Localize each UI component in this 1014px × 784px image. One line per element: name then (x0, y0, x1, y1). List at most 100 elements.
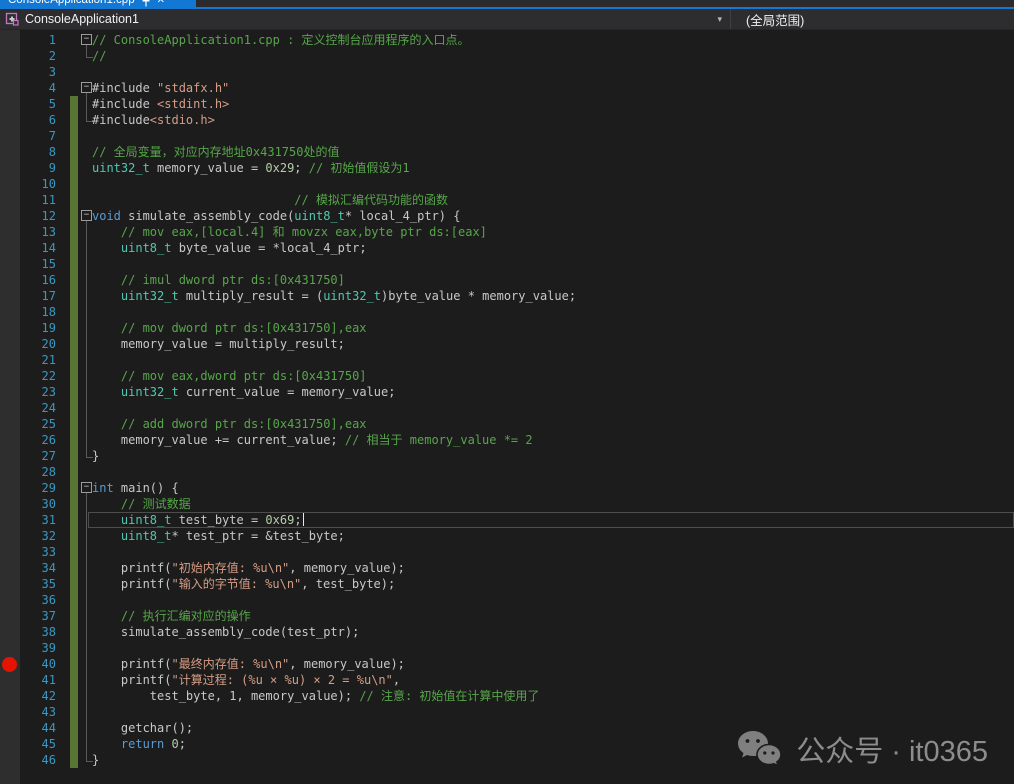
tab-consoleapplication1-cpp[interactable]: ConsoleApplication1.cpp ✕ (0, 0, 196, 9)
code-text[interactable]: // 执行汇编对应的操作 (92, 608, 1014, 624)
breakpoint-margin[interactable] (0, 544, 20, 560)
breakpoint-icon[interactable] (2, 657, 17, 672)
code-line[interactable]: 13 // mov eax,[local.4] 和 movzx eax,byte… (0, 224, 1014, 240)
code-text[interactable]: } (92, 448, 1014, 464)
breakpoint-margin[interactable] (0, 224, 20, 240)
breakpoint-margin[interactable] (0, 480, 20, 496)
breakpoint-margin[interactable] (0, 752, 20, 768)
pin-icon[interactable] (142, 0, 150, 7)
breakpoint-margin[interactable] (0, 32, 20, 48)
code-text[interactable] (92, 592, 1014, 608)
code-text[interactable]: uint8_t* test_ptr = &test_byte; (92, 528, 1014, 544)
code-line[interactable]: 16 // imul dword ptr ds:[0x431750] (0, 272, 1014, 288)
breakpoint-margin[interactable] (0, 656, 20, 672)
code-line[interactable]: 15 (0, 256, 1014, 272)
breakpoint-margin[interactable] (0, 528, 20, 544)
breakpoint-margin[interactable] (0, 160, 20, 176)
code-text[interactable]: #include <stdint.h> (92, 96, 1014, 112)
code-text[interactable]: uint32_t current_value = memory_value; (92, 384, 1014, 400)
code-text[interactable]: memory_value = multiply_result; (92, 336, 1014, 352)
breakpoint-margin[interactable] (0, 608, 20, 624)
scope-dropdown[interactable]: (全局范围) (731, 9, 1014, 29)
breakpoint-margin[interactable] (0, 336, 20, 352)
code-text[interactable] (92, 400, 1014, 416)
breakpoint-margin[interactable] (0, 672, 20, 688)
code-line[interactable]: 2// (0, 48, 1014, 64)
code-text[interactable]: printf("输入的字节值: %u\n", test_byte); (92, 576, 1014, 592)
code-text[interactable] (92, 256, 1014, 272)
project-dropdown[interactable]: ConsoleApplication1 ▾ (0, 9, 730, 29)
code-line[interactable]: 37 // 执行汇编对应的操作 (0, 608, 1014, 624)
code-text[interactable]: // (92, 48, 1014, 64)
code-text[interactable]: // 测试数据 (92, 496, 1014, 512)
breakpoint-margin[interactable] (0, 48, 20, 64)
code-line[interactable]: 19 // mov dword ptr ds:[0x431750],eax (0, 320, 1014, 336)
chevron-down-icon[interactable]: ▾ (717, 14, 730, 25)
code-line[interactable]: 5#include <stdint.h> (0, 96, 1014, 112)
code-line[interactable]: 12−void simulate_assembly_code(uint8_t* … (0, 208, 1014, 224)
code-line[interactable]: 22 // mov eax,dword ptr ds:[0x431750] (0, 368, 1014, 384)
code-text[interactable]: printf("最终内存值: %u\n", memory_value); (92, 656, 1014, 672)
code-text[interactable] (92, 704, 1014, 720)
code-line[interactable]: 7 (0, 128, 1014, 144)
code-line[interactable]: 25 // add dword ptr ds:[0x431750],eax (0, 416, 1014, 432)
code-line[interactable]: 29−int main() { (0, 480, 1014, 496)
code-text[interactable]: uint32_t multiply_result = (uint32_t)byt… (92, 288, 1014, 304)
breakpoint-margin[interactable] (0, 256, 20, 272)
code-text[interactable] (92, 176, 1014, 192)
code-text[interactable]: #include<stdio.h> (92, 112, 1014, 128)
breakpoint-margin[interactable] (0, 448, 20, 464)
code-line[interactable]: 34 printf("初始内存值: %u\n", memory_value); (0, 560, 1014, 576)
code-text[interactable]: int main() { (92, 480, 1014, 496)
code-text[interactable]: // mov dword ptr ds:[0x431750],eax (92, 320, 1014, 336)
breakpoint-margin[interactable] (0, 288, 20, 304)
breakpoint-margin[interactable] (0, 128, 20, 144)
fold-collapse-icon[interactable]: − (81, 210, 92, 221)
breakpoint-margin[interactable] (0, 96, 20, 112)
close-icon[interactable]: ✕ (157, 0, 165, 6)
code-line[interactable]: 17 uint32_t multiply_result = (uint32_t)… (0, 288, 1014, 304)
code-text[interactable]: // imul dword ptr ds:[0x431750] (92, 272, 1014, 288)
breakpoint-margin[interactable] (0, 208, 20, 224)
fold-collapse-icon[interactable]: − (81, 82, 92, 93)
breakpoint-margin[interactable] (0, 640, 20, 656)
code-line[interactable]: 40 printf("最终内存值: %u\n", memory_value); (0, 656, 1014, 672)
breakpoint-margin[interactable] (0, 320, 20, 336)
breakpoint-margin[interactable] (0, 432, 20, 448)
code-text[interactable]: void simulate_assembly_code(uint8_t* loc… (92, 208, 1014, 224)
code-text[interactable]: memory_value += current_value; // 相当于 me… (92, 432, 1014, 448)
code-text[interactable]: printf("计算过程: (%u × %u) × 2 = %u\n", (92, 672, 1014, 688)
breakpoint-margin[interactable] (0, 720, 20, 736)
breakpoint-margin[interactable] (0, 464, 20, 480)
code-text[interactable]: uint8_t test_byte = 0x69; (92, 512, 1014, 528)
code-line[interactable]: 3 (0, 64, 1014, 80)
code-text[interactable]: // 模拟汇编代码功能的函数 (92, 192, 1014, 208)
code-line[interactable]: 43 (0, 704, 1014, 720)
breakpoint-margin[interactable] (0, 240, 20, 256)
code-line[interactable]: 26 memory_value += current_value; // 相当于… (0, 432, 1014, 448)
breakpoint-margin[interactable] (0, 416, 20, 432)
code-line[interactable]: 31 uint8_t test_byte = 0x69; (0, 512, 1014, 528)
code-text[interactable] (92, 64, 1014, 80)
code-line[interactable]: 30 // 测试数据 (0, 496, 1014, 512)
breakpoint-margin[interactable] (0, 368, 20, 384)
breakpoint-margin[interactable] (0, 352, 20, 368)
breakpoint-margin[interactable] (0, 112, 20, 128)
breakpoint-margin[interactable] (0, 384, 20, 400)
code-line[interactable]: 35 printf("输入的字节值: %u\n", test_byte); (0, 576, 1014, 592)
code-line[interactable]: 9uint32_t memory_value = 0x29; // 初始值假设为… (0, 160, 1014, 176)
code-text[interactable] (92, 464, 1014, 480)
code-line[interactable]: 4−#include "stdafx.h" (0, 80, 1014, 96)
code-line[interactable]: 28 (0, 464, 1014, 480)
code-line[interactable]: 6#include<stdio.h> (0, 112, 1014, 128)
breakpoint-margin[interactable] (0, 80, 20, 96)
code-line[interactable]: 41 printf("计算过程: (%u × %u) × 2 = %u\n", (0, 672, 1014, 688)
code-editor[interactable]: 1−// ConsoleApplication1.cpp : 定义控制台应用程序… (0, 30, 1014, 784)
fold-collapse-icon[interactable]: − (81, 34, 92, 45)
code-line[interactable]: 38 simulate_assembly_code(test_ptr); (0, 624, 1014, 640)
code-line[interactable]: 24 (0, 400, 1014, 416)
breakpoint-margin[interactable] (0, 704, 20, 720)
code-text[interactable]: #include "stdafx.h" (92, 80, 1014, 96)
code-text[interactable] (92, 128, 1014, 144)
code-line[interactable]: 32 uint8_t* test_ptr = &test_byte; (0, 528, 1014, 544)
